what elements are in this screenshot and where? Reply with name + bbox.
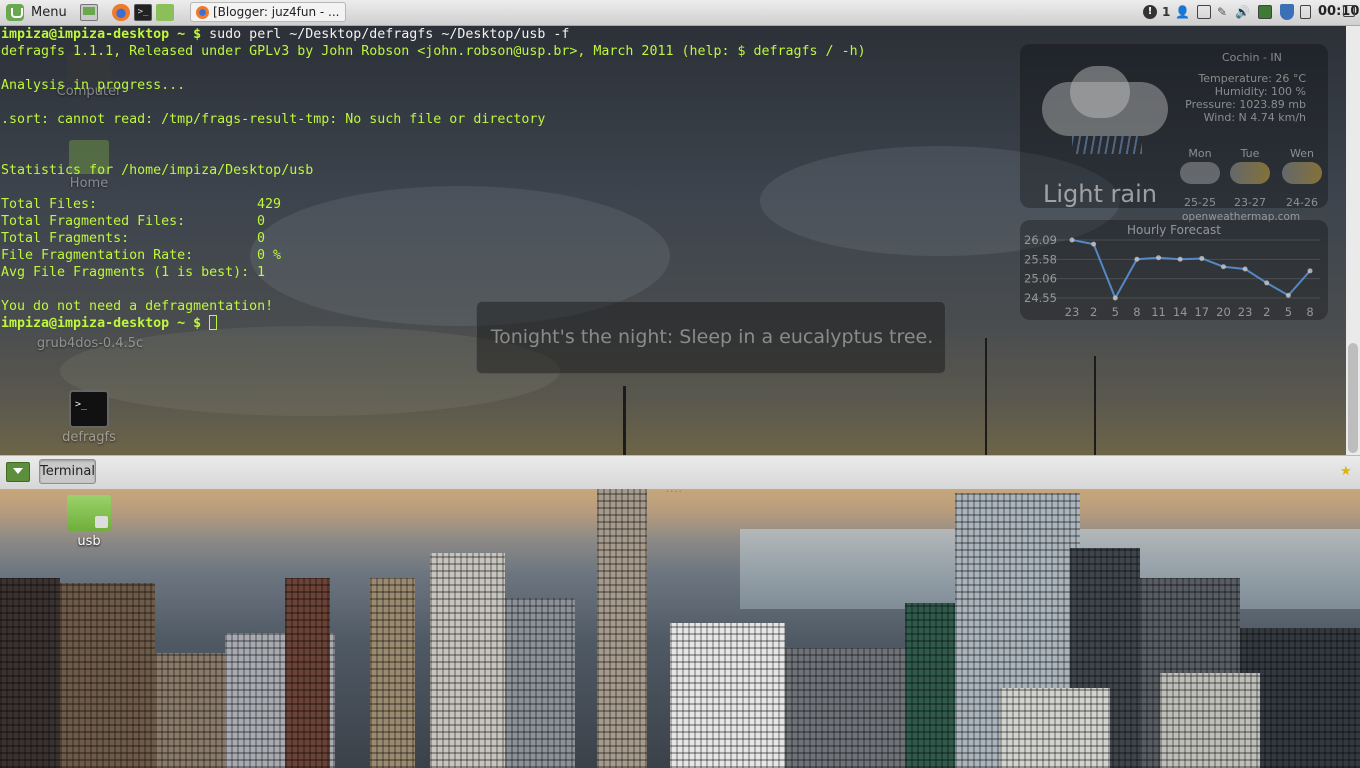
wallpaper-building (1000, 688, 1110, 768)
user-icon[interactable]: 👤 (1175, 4, 1190, 21)
terminal-output-value: 0 (257, 231, 266, 246)
terminal-scrollbar-thumb[interactable] (1348, 343, 1358, 453)
taskbar-button-label: Terminal (40, 464, 95, 479)
terminal-output-line: Total Files: (1, 197, 98, 212)
wallpaper-building (785, 648, 905, 768)
window-button-label: [Blogger: juz4fun - ... (213, 5, 340, 19)
panel-resize-grip[interactable]: .... (666, 485, 683, 495)
terminal-launcher-icon[interactable]: >_ (134, 4, 152, 21)
terminal-output-line: File Fragmentation Rate: (1, 248, 194, 263)
terminal-output-line: Total Fragmented Files: (1, 214, 186, 229)
star-icon[interactable]: ★ (1340, 465, 1353, 478)
desktop-icon-label: usb (77, 534, 101, 549)
terminal-cursor (209, 315, 218, 330)
display-icon[interactable] (1197, 5, 1211, 19)
workspace-switcher-icon[interactable] (1343, 5, 1355, 17)
wallpaper-building (1160, 673, 1260, 768)
terminal-input-line[interactable]: impiza@impiza-desktop ~ $ (1, 315, 218, 332)
wallpaper-building (505, 598, 575, 768)
show-desktop-icon[interactable] (6, 462, 30, 482)
terminal-output-value: 0 (257, 214, 266, 229)
wallpaper-building (597, 489, 647, 768)
wallpaper-building (0, 578, 60, 768)
lock-icon (95, 516, 108, 528)
terminal-output-line: Total Fragments: (1, 231, 130, 246)
bottom-panel: Terminal .... ★ (0, 455, 1360, 495)
files-launcher-icon[interactable] (156, 4, 174, 21)
wallpaper-building (60, 583, 155, 768)
mint-menu-icon[interactable] (6, 4, 24, 21)
alert-icon[interactable]: ! (1143, 5, 1157, 19)
terminal-command: sudo perl ~/Desktop/defragfs ~/Desktop/u… (209, 27, 570, 42)
top-panel: Menu >_ [Blogger: juz4fun - ... ! 1 👤 ✎ … (0, 0, 1360, 26)
wallpaper-building (905, 603, 955, 768)
terminal-scrollbar[interactable] (1346, 26, 1360, 455)
show-desktop-launcher-icon[interactable] (80, 4, 98, 21)
wallpaper-building (370, 578, 415, 768)
terminal-output-value: 1 (257, 265, 266, 280)
usb-folder-icon (67, 495, 111, 531)
terminal-output-value: 429 (257, 197, 282, 212)
window-button-blogger[interactable]: [Blogger: juz4fun - ... (190, 2, 346, 22)
terminal-output-line: defragfs 1.1.1, Released under GPLv3 by … (1, 44, 866, 59)
terminal-output-line: You do not need a defragmentation! (1, 299, 274, 314)
volume-icon[interactable]: 🔊 (1235, 4, 1250, 21)
terminal-output-line: Statistics for /home/impiza/Desktop/usb (1, 163, 314, 178)
terminal-window[interactable]: impiza@impiza-desktop ~ $ sudo perl ~/De… (0, 26, 1346, 455)
desktop-upper: Computer Home grub4dos-0.4.5c >_ defragf… (0, 26, 1360, 455)
terminal-prompt: impiza@impiza-desktop ~ $ (1, 316, 202, 331)
firefox-launcher-icon[interactable] (112, 4, 130, 21)
terminal-output-value: 0 % (257, 248, 282, 263)
firefox-icon (196, 6, 209, 19)
menu-button[interactable]: Menu (31, 5, 67, 20)
wallpaper-building (285, 578, 330, 768)
network-icon[interactable]: ✎ (1217, 4, 1227, 21)
wallpaper-building (670, 623, 785, 768)
power-icon[interactable] (1300, 5, 1311, 19)
desktop-lower: usb (0, 489, 1360, 768)
terminal-output-line: .sort: cannot read: /tmp/frags-result-tm… (1, 112, 546, 127)
wallpaper-building (430, 553, 505, 768)
desktop-icon-usb[interactable]: usb (56, 495, 122, 549)
shield-icon[interactable] (1280, 4, 1294, 20)
notification-count: 1 (1162, 5, 1171, 19)
taskbar-button-terminal[interactable]: Terminal (39, 459, 96, 484)
wallpaper-building (155, 653, 225, 768)
terminal-output-line: Analysis in progress... (1, 78, 186, 93)
update-manager-icon[interactable] (1258, 5, 1272, 19)
terminal-command-line: impiza@impiza-desktop ~ $ sudo perl ~/De… (1, 26, 569, 43)
terminal-prompt: impiza@impiza-desktop ~ $ (1, 27, 202, 42)
terminal-output-line: Avg File Fragments (1 is best): (1, 265, 250, 280)
